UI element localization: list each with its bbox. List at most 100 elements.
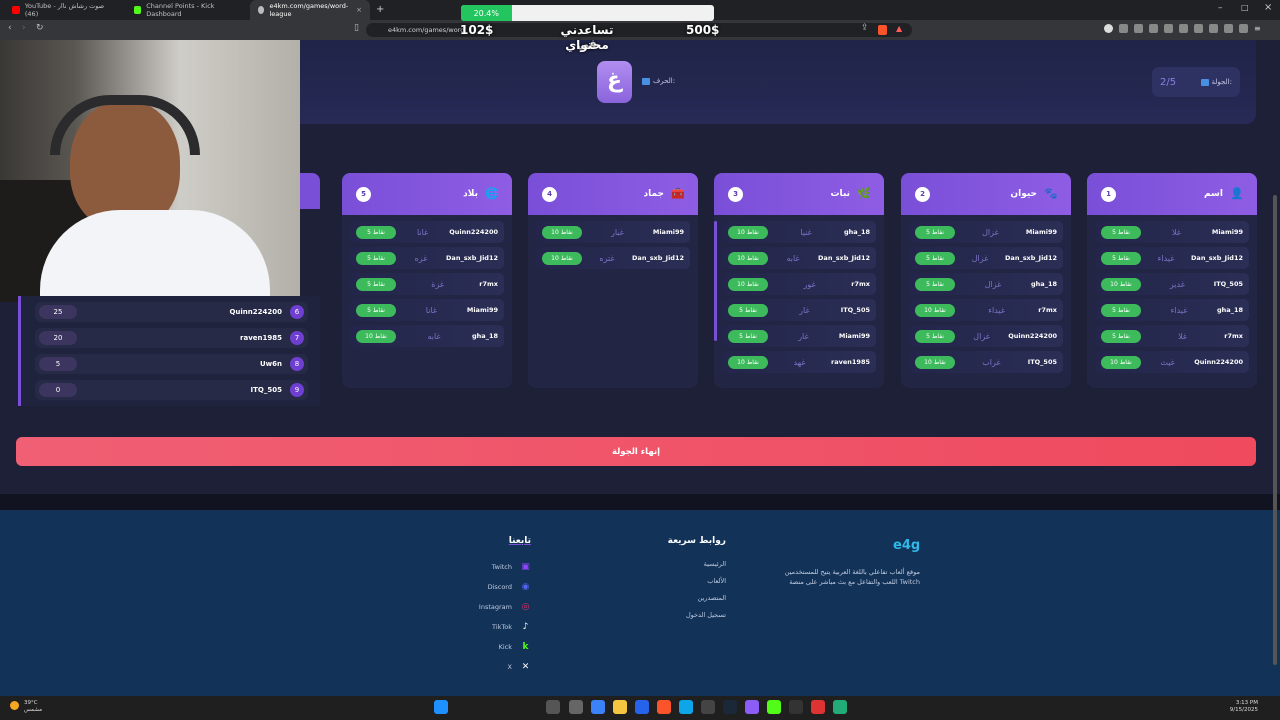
taskbar-app-icon[interactable] bbox=[745, 700, 759, 714]
taskbar-app-icon[interactable] bbox=[569, 700, 583, 714]
end-round-button[interactable]: إنهاء الجولة bbox=[16, 437, 1256, 466]
taskbar-app-icon[interactable] bbox=[789, 700, 803, 714]
player-rank: 8 bbox=[290, 357, 304, 371]
player-name: ITQ_505 bbox=[1213, 280, 1243, 288]
letter-icon bbox=[642, 77, 650, 85]
points-badge: 5 نقاط bbox=[356, 303, 396, 317]
weather-widget[interactable]: 39°C مشمس bbox=[24, 700, 42, 714]
player-name: r7mx bbox=[1224, 332, 1243, 340]
social-kick[interactable]: Kick k bbox=[440, 637, 531, 657]
page-scrollbar[interactable] bbox=[1273, 195, 1277, 665]
category-header: 5 بلاد 🌐 bbox=[342, 173, 512, 215]
taskbar-app-icon[interactable] bbox=[767, 700, 781, 714]
answer-row: 10 نقاط غراب ITQ_505 bbox=[909, 351, 1063, 373]
answer-word: غزال bbox=[971, 253, 989, 263]
address-bar[interactable]: e4km.com/games/word bbox=[366, 23, 912, 37]
progress-label: 20.4% bbox=[473, 8, 499, 18]
extension-icon[interactable] bbox=[1194, 24, 1203, 33]
leaf-icon: 🌿 bbox=[857, 187, 871, 200]
taskbar-app-icon[interactable] bbox=[701, 700, 715, 714]
taskbar-app-icon[interactable] bbox=[546, 700, 560, 714]
reload-button[interactable]: ↻ bbox=[36, 23, 44, 33]
taskbar-app-icon[interactable] bbox=[591, 700, 605, 714]
back-button[interactable]: ‹ bbox=[8, 23, 12, 33]
kick-icon: k bbox=[522, 641, 529, 652]
social-discord[interactable]: Discord ◉ bbox=[440, 577, 531, 597]
close-window-button[interactable]: × bbox=[1264, 2, 1272, 13]
answer-row: 5 نقاط غيداء gha_18 bbox=[1095, 299, 1249, 321]
edge-icon[interactable] bbox=[679, 700, 693, 714]
tab-youtube[interactable]: YouTube - صوت رشاش ناار (46) bbox=[4, 0, 126, 20]
share-icon[interactable]: ⇪ bbox=[861, 23, 869, 33]
extension-icon[interactable] bbox=[1149, 24, 1158, 33]
category-number: 4 bbox=[542, 186, 557, 202]
brave-rewards-icon[interactable]: ▲ bbox=[896, 24, 902, 33]
taskbar-app-icon[interactable] bbox=[635, 700, 649, 714]
points-badge: 5 نقاط bbox=[1101, 225, 1141, 239]
leaderboard-rows: 25 Quinn224200 6 20 raven1985 7 5 Uw6n 8 0 ITQ_505… bbox=[21, 302, 320, 400]
answer-word: غانا bbox=[416, 227, 429, 237]
extension-icon[interactable] bbox=[1224, 24, 1233, 33]
player-name: Miami99 bbox=[1025, 228, 1057, 236]
answer-row: 10 نقاط غور r7mx bbox=[722, 273, 876, 295]
brave-shield-icon[interactable] bbox=[878, 25, 887, 35]
maximize-button[interactable]: □ bbox=[1241, 3, 1249, 12]
player-name: gha_18 bbox=[844, 228, 870, 236]
kick-icon bbox=[134, 6, 142, 14]
menu-icon[interactable]: ≡ bbox=[1254, 24, 1263, 33]
player-name: ITQ_505 bbox=[1027, 358, 1057, 366]
answer-word: غيداء bbox=[1157, 253, 1175, 263]
answer-word: غابه bbox=[427, 331, 441, 341]
weather-icon[interactable] bbox=[10, 701, 19, 710]
steam-icon[interactable] bbox=[723, 700, 737, 714]
player-name: Quinn224200 bbox=[1008, 332, 1057, 340]
answer-row: 5 نقاط غزال Dan_sxb_Jid12 bbox=[909, 247, 1063, 269]
system-clock[interactable]: 3:13 PM 9/15/2025 bbox=[1222, 700, 1258, 714]
extension-icon[interactable] bbox=[1239, 24, 1248, 33]
social-tiktok[interactable]: TikTok ♪ bbox=[440, 617, 531, 637]
answer-row: 5 نقاط غزال Miami99 bbox=[909, 221, 1063, 243]
answer-word: غانا bbox=[425, 305, 438, 315]
points-badge: 5 نقاط bbox=[728, 303, 768, 317]
player-name: ITQ_505 bbox=[840, 306, 870, 314]
player-name: Dan_sxb_Jid12 bbox=[818, 254, 870, 262]
webcam-feed bbox=[0, 40, 300, 302]
extension-icon[interactable] bbox=[1164, 24, 1173, 33]
social-x[interactable]: X ✕ bbox=[440, 657, 531, 677]
profile-avatar[interactable] bbox=[1104, 24, 1113, 33]
new-tab-button[interactable]: + bbox=[376, 4, 384, 15]
close-tab-icon[interactable]: × bbox=[356, 6, 362, 14]
points-badge: 5 نقاط bbox=[356, 225, 396, 239]
answer-list: 5 نقاط غزال Miami99 5 نقاط غزال Dan_sxb_Jid12… bbox=[901, 215, 1071, 383]
tab-word-league[interactable]: e4km.com/games/word-league × bbox=[250, 0, 370, 20]
answer-word: غار bbox=[798, 331, 809, 341]
link-games[interactable]: الألعاب bbox=[640, 577, 726, 594]
extension-icon[interactable] bbox=[1179, 24, 1188, 33]
folder-icon[interactable] bbox=[613, 700, 627, 714]
social-instagram[interactable]: Instagram ◎ bbox=[440, 597, 531, 617]
taskbar-app-icon[interactable] bbox=[811, 700, 825, 714]
link-home[interactable]: الرئيسية bbox=[640, 560, 726, 577]
answer-word: غزة bbox=[431, 279, 445, 289]
extension-icon[interactable] bbox=[1134, 24, 1143, 33]
forward-button[interactable]: › bbox=[22, 23, 26, 33]
social-twitch[interactable]: Twitch ▣ bbox=[440, 557, 531, 577]
social-links: Twitch ▣ Discord ◉ Instagram ◎ TikTok ♪ Kick… bbox=[440, 557, 531, 677]
support-line-2: محتواي bbox=[565, 38, 609, 52]
points-badge: 5 نقاط bbox=[356, 251, 396, 265]
round-label-group: الجولة: bbox=[1200, 78, 1232, 86]
extension-icon[interactable] bbox=[1119, 24, 1128, 33]
answer-row: 10 نقاط غهد raven1985 bbox=[722, 351, 876, 373]
link-leaders[interactable]: المتصدرين bbox=[640, 594, 726, 611]
footer-brand[interactable]: e4g bbox=[893, 538, 920, 553]
bookmark-icon[interactable]: ▯ bbox=[354, 23, 359, 33]
start-icon[interactable] bbox=[434, 700, 448, 714]
tab-kick-dashboard[interactable]: Channel Points - Kick Dashboard bbox=[126, 0, 250, 20]
player-name: raven1985 bbox=[240, 334, 282, 342]
brave-icon[interactable] bbox=[657, 700, 671, 714]
extension-icon[interactable] bbox=[1209, 24, 1218, 33]
player-name: gha_18 bbox=[1217, 306, 1243, 314]
minimize-button[interactable]: – bbox=[1218, 3, 1223, 13]
link-login[interactable]: تسجيل الدخول bbox=[640, 611, 726, 628]
taskbar-app-icon[interactable] bbox=[833, 700, 847, 714]
